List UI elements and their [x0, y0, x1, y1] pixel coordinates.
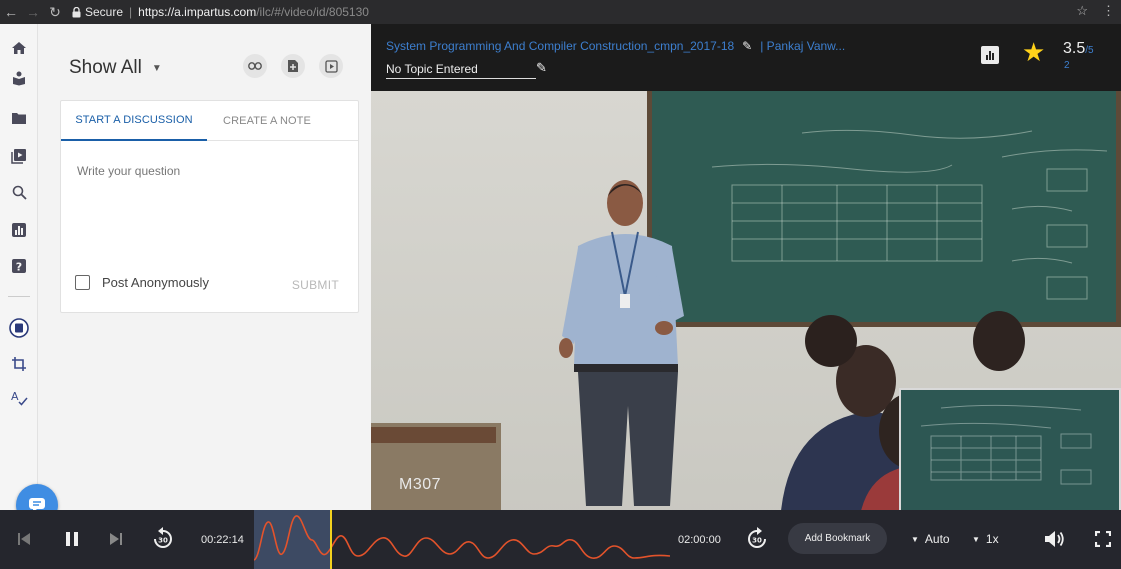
filter-label: Show All: [69, 57, 142, 78]
player-controls: 30 00:22:14 02:00:00 30 Add Bookmark ▼ A…: [0, 510, 1121, 569]
rating-value: 3.5/5: [1063, 40, 1094, 58]
played-region: [254, 510, 331, 569]
url-path: /ilc/#/video/id/805130: [256, 5, 369, 19]
discussion-tabs: START A DISCUSSION CREATE A NOTE: [61, 101, 358, 141]
desk: [371, 427, 496, 443]
filter-dropdown[interactable]: Show All ▼: [69, 57, 162, 79]
url-host: https://a.impartus.com: [138, 5, 257, 19]
total-time: 02:00:00: [678, 534, 721, 546]
search-icon[interactable]: [9, 182, 29, 202]
previous-icon[interactable]: [16, 530, 32, 548]
browser-menu-icon[interactable]: ⋮: [1102, 3, 1115, 19]
play-box-icon: [324, 59, 338, 73]
bookmark-star-icon[interactable]: ☆: [1076, 3, 1088, 19]
presenter-name[interactable]: | Pankaj Vanw...: [760, 39, 845, 53]
playhead[interactable]: [330, 510, 332, 569]
notes-icon[interactable]: [9, 318, 29, 338]
lecturer-figure: [559, 180, 684, 506]
discussion-panel: Show All ▼ START A DISCUSSION CREATE A N…: [38, 24, 371, 510]
room-label: M307: [399, 476, 442, 493]
add-document-icon: [288, 60, 298, 72]
rating-score: 3.5: [1063, 40, 1086, 57]
link-icon: [248, 62, 262, 70]
rating-count: 2: [1064, 60, 1070, 71]
speed-dropdown[interactable]: ▼ 1x: [972, 532, 999, 546]
chalk-writing: [711, 129, 1108, 300]
reload-icon[interactable]: ↻: [44, 4, 66, 21]
topic-field[interactable]: No Topic Entered: [386, 62, 536, 79]
back-icon[interactable]: ←: [0, 4, 22, 20]
folder-icon[interactable]: [9, 108, 29, 128]
post-anonymously-option[interactable]: Post Anonymously: [75, 275, 209, 290]
quality-dropdown[interactable]: ▼ Auto: [911, 532, 950, 546]
fullscreen-icon[interactable]: [1093, 529, 1113, 549]
play-clip-button[interactable]: [319, 54, 343, 78]
edit-topic-icon[interactable]: ✎: [536, 60, 547, 76]
picture-in-picture-view[interactable]: [899, 388, 1121, 510]
current-time: 00:22:14: [201, 534, 244, 546]
crop-icon[interactable]: [9, 354, 29, 374]
help-icon[interactable]: ?: [9, 256, 29, 276]
skip-back-label: 30: [158, 537, 168, 545]
classes-icon[interactable]: [9, 68, 29, 88]
browser-toolbar: ← → ↻ Secure | https://a.impartus.com/il…: [0, 0, 1121, 24]
add-document-button[interactable]: [281, 54, 305, 78]
timeline-scrubber[interactable]: [254, 510, 670, 569]
skip-forward-icon[interactable]: 30: [744, 526, 770, 552]
pause-icon[interactable]: [63, 530, 81, 548]
next-icon[interactable]: [108, 530, 124, 548]
video-header: System Programming And Compiler Construc…: [371, 24, 1121, 91]
tab-create-note[interactable]: CREATE A NOTE: [207, 101, 327, 141]
video-title: System Programming And Compiler Construc…: [386, 39, 735, 53]
chalkboard: [647, 91, 1121, 327]
question-input[interactable]: Write your question: [77, 164, 180, 178]
quality-value: Auto: [924, 532, 950, 546]
speed-value: 1x: [985, 532, 999, 546]
rail-divider: [8, 296, 30, 297]
svg-text:?: ?: [16, 261, 22, 274]
left-nav-rail: ? A: [0, 24, 38, 510]
video-player[interactable]: M307: [371, 91, 1121, 510]
submit-button[interactable]: SUBMIT: [292, 278, 339, 292]
panel-actions: [243, 54, 343, 78]
url-separator: |: [129, 5, 133, 19]
video-title-row: System Programming And Compiler Construc…: [386, 39, 845, 53]
edit-title-icon[interactable]: ✎: [742, 39, 752, 53]
caret-down-icon: ▼: [972, 534, 980, 544]
forward-icon[interactable]: →: [22, 4, 44, 20]
skip-back-icon[interactable]: 30: [150, 526, 176, 552]
skip-forward-label: 30: [752, 537, 762, 545]
home-icon[interactable]: [9, 38, 29, 58]
caret-down-icon: ▼: [911, 534, 919, 544]
tab-start-discussion[interactable]: START A DISCUSSION: [61, 101, 207, 141]
secure-indicator[interactable]: Secure: [72, 5, 123, 19]
analytics-icon[interactable]: [9, 220, 29, 240]
volume-icon[interactable]: [1043, 528, 1067, 550]
spellcheck-icon[interactable]: A: [9, 388, 29, 408]
video-stats-icon[interactable]: [981, 46, 999, 64]
lock-icon: [72, 6, 81, 17]
address-bar[interactable]: https://a.impartus.com/ilc/#/video/id/80…: [138, 5, 369, 19]
add-bookmark-button[interactable]: Add Bookmark: [788, 523, 887, 554]
app-root: ← → ↻ Secure | https://a.impartus.com/il…: [0, 0, 1121, 569]
svg-text:A: A: [11, 390, 19, 403]
caret-down-icon: ▼: [151, 62, 162, 74]
secure-label: Secure: [85, 5, 124, 19]
rating-star-icon[interactable]: ★: [1022, 39, 1045, 65]
link-button[interactable]: [243, 54, 267, 78]
discussion-card: START A DISCUSSION CREATE A NOTE Write y…: [60, 100, 359, 313]
video-library-icon[interactable]: [9, 146, 29, 166]
pip-board-writing: [920, 404, 1092, 485]
anonymous-label: Post Anonymously: [102, 275, 209, 290]
anonymous-checkbox[interactable]: [75, 275, 90, 290]
rating-max: /5: [1085, 45, 1094, 56]
